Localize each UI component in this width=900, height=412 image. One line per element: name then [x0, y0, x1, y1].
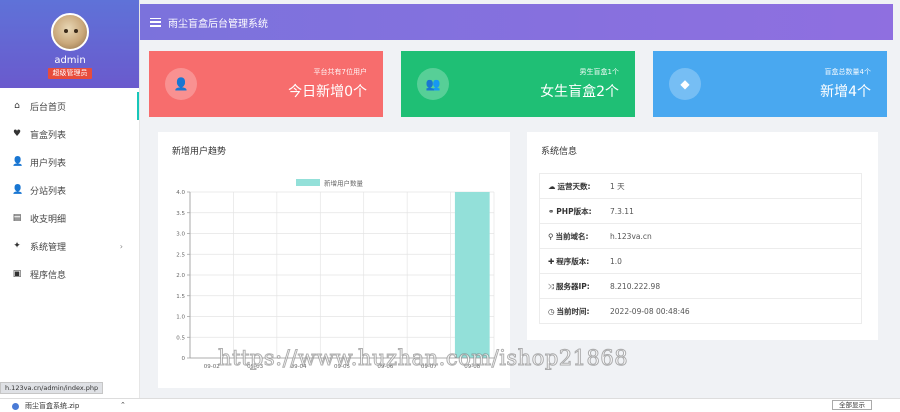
y-tick-label: 3.5: [176, 211, 185, 217]
y-tick-label: 1.5: [176, 294, 185, 300]
cloud-icon: ☁: [548, 181, 556, 191]
stat-card-main: 女生盲盒2个: [540, 84, 619, 100]
sidebar-item-label: 盲盒列表: [30, 130, 67, 141]
info-row-program-version: ✚ 程序版本: 1.0: [539, 248, 862, 274]
y-tick-label: 0.5: [176, 335, 185, 341]
info-key: ⚲ 当前域名:: [548, 231, 589, 241]
stat-card-sub: 盲盒总数量4个: [824, 68, 871, 76]
chevron-up-icon[interactable]: ⌃: [120, 401, 126, 409]
user-icon: 👤: [12, 185, 24, 195]
sidebar-item-label: 后台首页: [30, 102, 67, 113]
sidebar-item-substation-list[interactable]: 👤 分站列表: [0, 176, 139, 204]
avatar[interactable]: [51, 13, 89, 51]
profile-panel: admin 超级管理员: [0, 0, 139, 88]
chevron-right-icon: ›: [119, 241, 123, 251]
menu-toggle-icon[interactable]: [150, 17, 161, 27]
legend-swatch: [296, 179, 320, 186]
sidebar-item-user-list[interactable]: 👤 用户列表: [0, 148, 139, 176]
stat-card-main: 今日新增0个: [288, 84, 367, 100]
diamond-icon: ◆: [669, 68, 701, 100]
download-bar: 雨尘盲盒系统.zip ⌃ 全部显示: [0, 398, 900, 412]
info-value: h.123va.cn: [610, 231, 652, 241]
y-tick-label: 2.5: [176, 252, 185, 258]
y-tick-label: 0: [182, 356, 186, 362]
sidebar-item-blindbox-list[interactable]: ♥ 盲盒列表: [0, 120, 139, 148]
heart-icon: ♥: [12, 129, 22, 139]
system-info-panel: 系统信息 ☁ 运营天数: 1 天 ⚭ PHP版本: 7.3.11 ⚲ 当前域名: h.…: [527, 132, 878, 340]
android-icon: ✚: [548, 256, 555, 266]
stat-card-sub: 男生盲盒1个: [579, 68, 619, 76]
sidebar-item-label: 程序信息: [30, 270, 67, 281]
panel-title: 系统信息: [541, 147, 578, 157]
info-row-server-ip: ⤨ 服务器IP: 8.210.222.98: [539, 273, 862, 299]
chart-bar: [454, 192, 490, 358]
info-row-uptime: ☁ 运营天数: 1 天: [539, 173, 862, 199]
sidebar-item-program-info[interactable]: ▣ 程序信息: [0, 260, 139, 288]
sidebar-item-system-management[interactable]: ✦ 系统管理 ›: [0, 232, 139, 260]
shuffle-icon: ⤨: [548, 281, 554, 291]
info-key: ⤨ 服务器IP:: [548, 281, 590, 291]
info-value: 7.3.11: [610, 206, 634, 216]
ledger-icon: ▤: [12, 213, 22, 223]
stat-card-users: 👤 平台共有7位用户 今日新增0个: [149, 51, 383, 117]
y-tick-label: 3.0: [176, 232, 185, 238]
info-value: 2022-09-08 00:48:46: [610, 306, 690, 316]
info-row-domain: ⚲ 当前域名: h.123va.cn: [539, 223, 862, 249]
info-key: ⚭ PHP版本:: [548, 206, 592, 216]
user-icon: 👤: [12, 157, 24, 167]
stat-card-blindbox-gender: 👥 男生盲盒1个 女生盲盒2个: [401, 51, 635, 117]
sparkle-icon: ✦: [13, 241, 21, 251]
download-item[interactable]: 雨尘盲盒系统.zip: [12, 401, 79, 411]
show-all-button[interactable]: 全部显示: [832, 400, 872, 410]
sidebar-menu: ⌂ 后台首页 ♥ 盲盒列表 👤 用户列表 👤 分站列表 ▤ 收支明细 ✦ 系统管…: [0, 92, 139, 288]
sidebar-item-label: 收支明细: [30, 214, 67, 225]
sidebar: admin 超级管理员 ⌂ 后台首页 ♥ 盲盒列表 👤 用户列表 👤 分站列表 …: [0, 0, 140, 412]
info-key: ☁ 运营天数:: [548, 181, 591, 191]
info-key: ◷ 当前时间:: [548, 306, 590, 316]
y-tick-label: 2.0: [176, 273, 185, 279]
username: admin: [54, 55, 86, 66]
file-icon: [12, 402, 19, 410]
info-row-current-time: ◷ 当前时间: 2022-09-08 00:48:46: [539, 298, 862, 324]
info-value: 1.0: [610, 256, 622, 266]
clock-icon: ◷: [548, 306, 555, 316]
home-icon: ⌂: [14, 101, 20, 111]
sidebar-item-ledger[interactable]: ▤ 收支明细: [0, 204, 139, 232]
stat-card-blindbox-total: ◆ 盲盒总数量4个 新增4个: [653, 51, 887, 117]
download-item-label: 雨尘盲盒系统.zip: [25, 402, 80, 410]
terminal-icon: ▣: [12, 269, 22, 279]
watermark-text: https://www.huzhan.com/ishop21868: [217, 346, 629, 371]
sidebar-item-label: 用户列表: [30, 158, 67, 169]
y-tick-label: 1.0: [176, 315, 185, 321]
users-icon: 👥: [417, 68, 449, 100]
legend-label: 新增用户数量: [324, 179, 364, 188]
sidebar-item-label: 系统管理: [30, 242, 67, 253]
stat-card-sub: 平台共有7位用户: [313, 68, 367, 76]
info-value: 1 天: [610, 181, 625, 191]
sidebar-item-label: 分站列表: [30, 186, 67, 197]
link-icon: ⚲: [548, 231, 554, 241]
info-key: ✚ 程序版本:: [548, 256, 590, 266]
sidebar-item-home[interactable]: ⌂ 后台首页: [0, 92, 139, 120]
link-icon: ⚭: [548, 206, 555, 216]
user-add-icon: 👤: [165, 68, 197, 100]
stat-card-main: 新增4个: [820, 84, 871, 100]
browser-status-url: h.123va.cn/admin/index.php: [0, 382, 104, 394]
info-value: 8.210.222.98: [610, 281, 661, 291]
role-badge: 超级管理员: [48, 68, 92, 79]
app-title: 雨尘盲盒后台管理系统: [168, 18, 268, 30]
top-header: 雨尘盲盒后台管理系统: [140, 4, 893, 40]
info-row-php-version: ⚭ PHP版本: 7.3.11: [539, 198, 862, 224]
y-tick-label: 4.0: [176, 190, 185, 196]
